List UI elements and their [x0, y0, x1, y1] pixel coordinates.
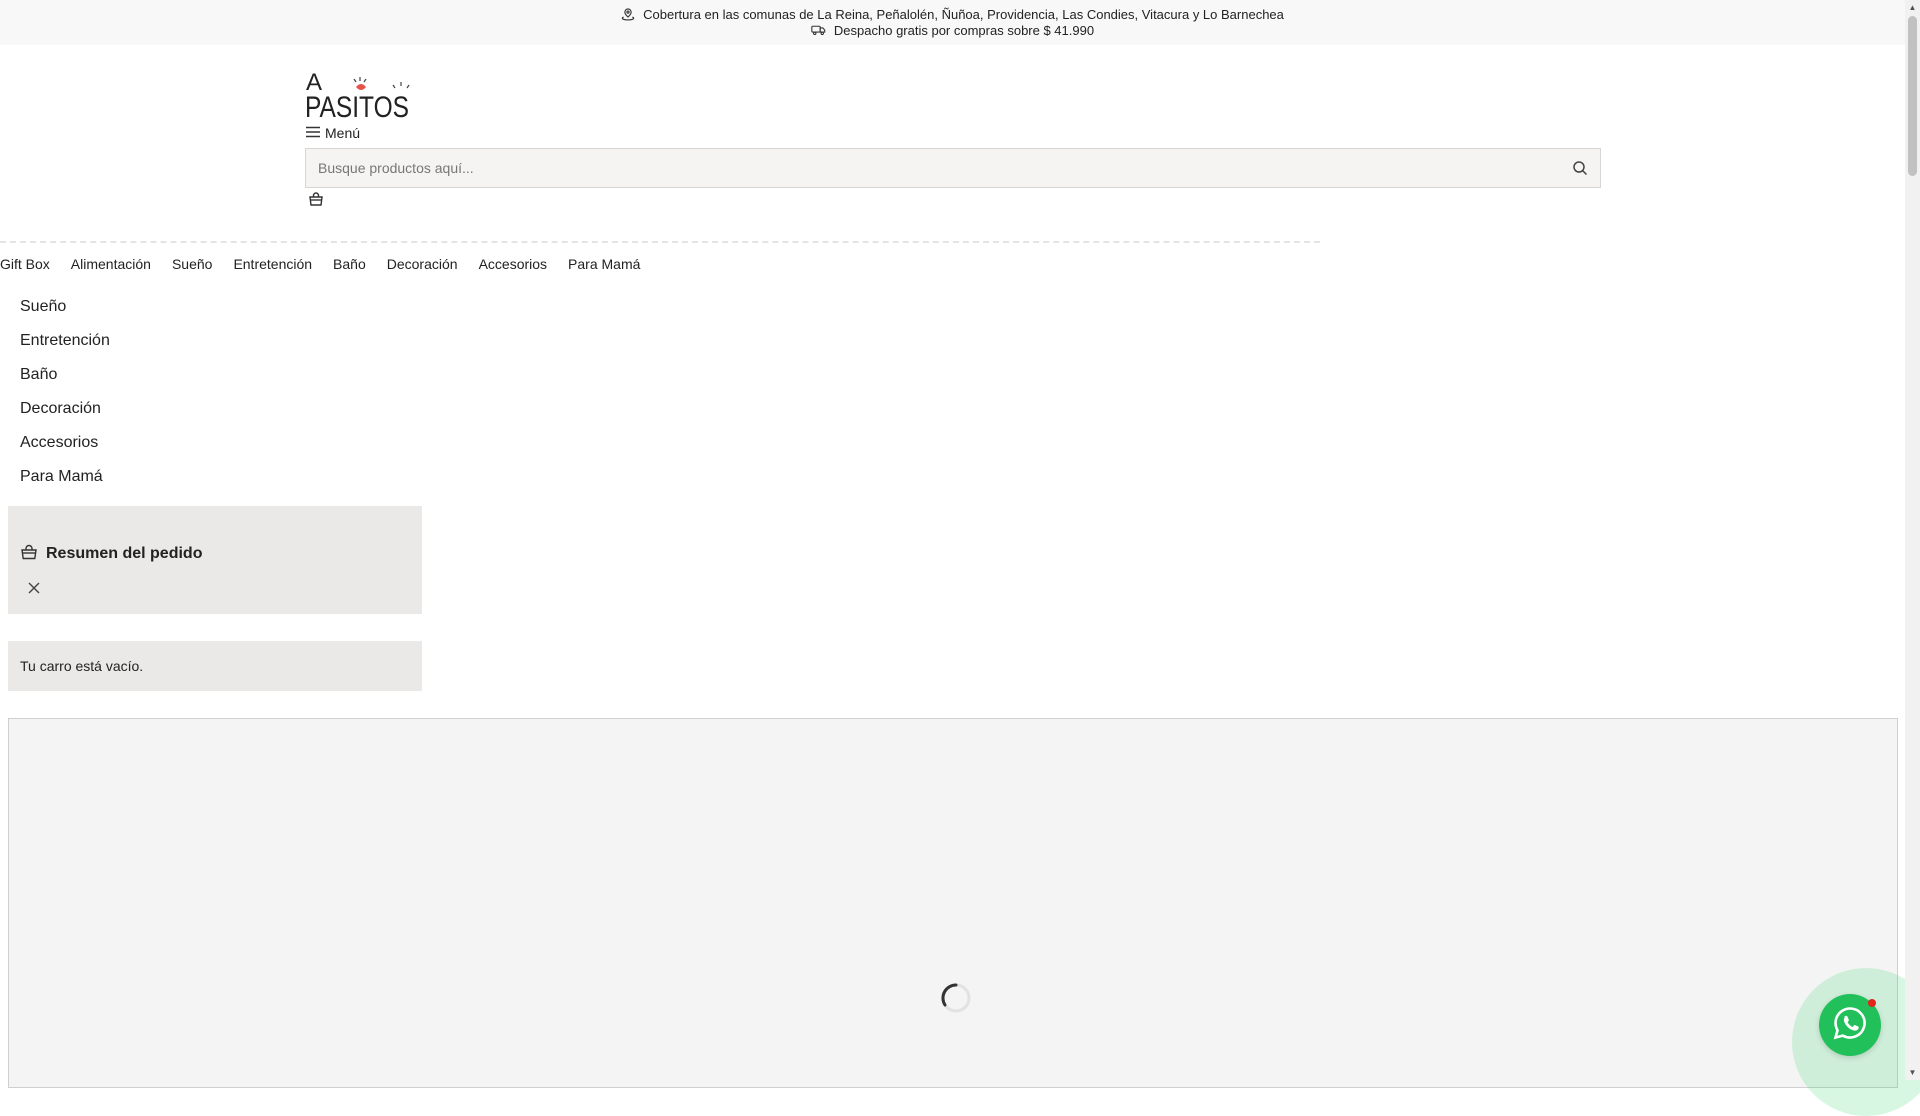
category-nav: Gift Box Alimentación Sueño Entretención… — [0, 256, 640, 276]
logo-sun-mark — [392, 82, 410, 89]
nav-item-entretencion[interactable]: Entretención — [233, 256, 312, 276]
side-item-entretencion[interactable]: Entretención — [20, 326, 110, 360]
side-category-list: Sueño Entretención Baño Decoración Acces… — [20, 292, 110, 496]
close-icon[interactable] — [26, 580, 42, 596]
search-input[interactable] — [306, 149, 1600, 187]
nav-item-accesorios[interactable]: Accesorios — [479, 256, 547, 276]
nav-item-decoracion[interactable]: Decoración — [387, 256, 458, 276]
scrollbar-thumb[interactable] — [1908, 16, 1917, 176]
nav-item-bano[interactable]: Baño — [333, 256, 366, 276]
cart-icon[interactable] — [308, 191, 326, 209]
announcement-bar: Cobertura en las comunas de La Reina, Pe… — [0, 0, 1905, 45]
header-divider — [0, 241, 1320, 243]
search-bar — [305, 148, 1601, 188]
coverage-notice: Cobertura en las comunas de La Reina, Pe… — [0, 6, 1905, 22]
whatsapp-icon — [1830, 1003, 1870, 1048]
side-item-accesorios[interactable]: Accesorios — [20, 428, 110, 462]
nav-item-sueno[interactable]: Sueño — [172, 256, 212, 276]
location-icon — [621, 7, 635, 21]
side-item-bano[interactable]: Baño — [20, 360, 110, 394]
order-summary-title: Resumen del pedido — [46, 545, 203, 562]
shipping-notice: Despacho gratis por compras sobre $ 41.9… — [0, 22, 1905, 38]
loading-spinner-icon — [939, 981, 973, 1015]
logo-spark-mark — [353, 77, 367, 83]
truck-icon — [811, 24, 826, 36]
scroll-up-arrow-icon[interactable]: ▲ — [1905, 0, 1920, 15]
shopping-bag-icon — [20, 544, 38, 565]
menu-button[interactable]: Menú — [306, 123, 360, 143]
nav-item-alimentacion[interactable]: Alimentación — [71, 256, 151, 276]
search-icon[interactable] — [1572, 160, 1590, 178]
side-item-sueno[interactable]: Sueño — [20, 292, 110, 326]
nav-item-para-mama[interactable]: Para Mamá — [568, 256, 640, 276]
hamburger-icon — [306, 125, 320, 141]
content-loading-frame — [8, 718, 1898, 1088]
side-item-para-mama[interactable]: Para Mamá — [20, 462, 110, 496]
site-logo[interactable]: A PASITOS — [305, 68, 415, 124]
scroll-down-arrow-icon[interactable]: ▼ — [1905, 1065, 1920, 1080]
coverage-text: Cobertura en las comunas de La Reina, Pe… — [643, 6, 1284, 22]
page-scrollbar[interactable]: ▲ ▼ — [1905, 0, 1920, 1080]
notification-dot — [1868, 999, 1876, 1007]
menu-label: Menú — [325, 125, 361, 141]
nav-item-gift-box[interactable]: Gift Box — [0, 256, 50, 276]
order-summary-panel: Resumen del pedido — [8, 506, 422, 614]
logo-heart-mark — [356, 84, 366, 90]
side-item-decoracion[interactable]: Decoración — [20, 394, 110, 428]
shipping-text: Despacho gratis por compras sobre $ 41.9… — [833, 22, 1095, 38]
empty-cart-message: Tu carro está vacío. — [8, 641, 422, 691]
order-summary-header: Resumen del pedido — [20, 543, 202, 565]
logo-wordmark: PASITOS — [305, 91, 409, 120]
